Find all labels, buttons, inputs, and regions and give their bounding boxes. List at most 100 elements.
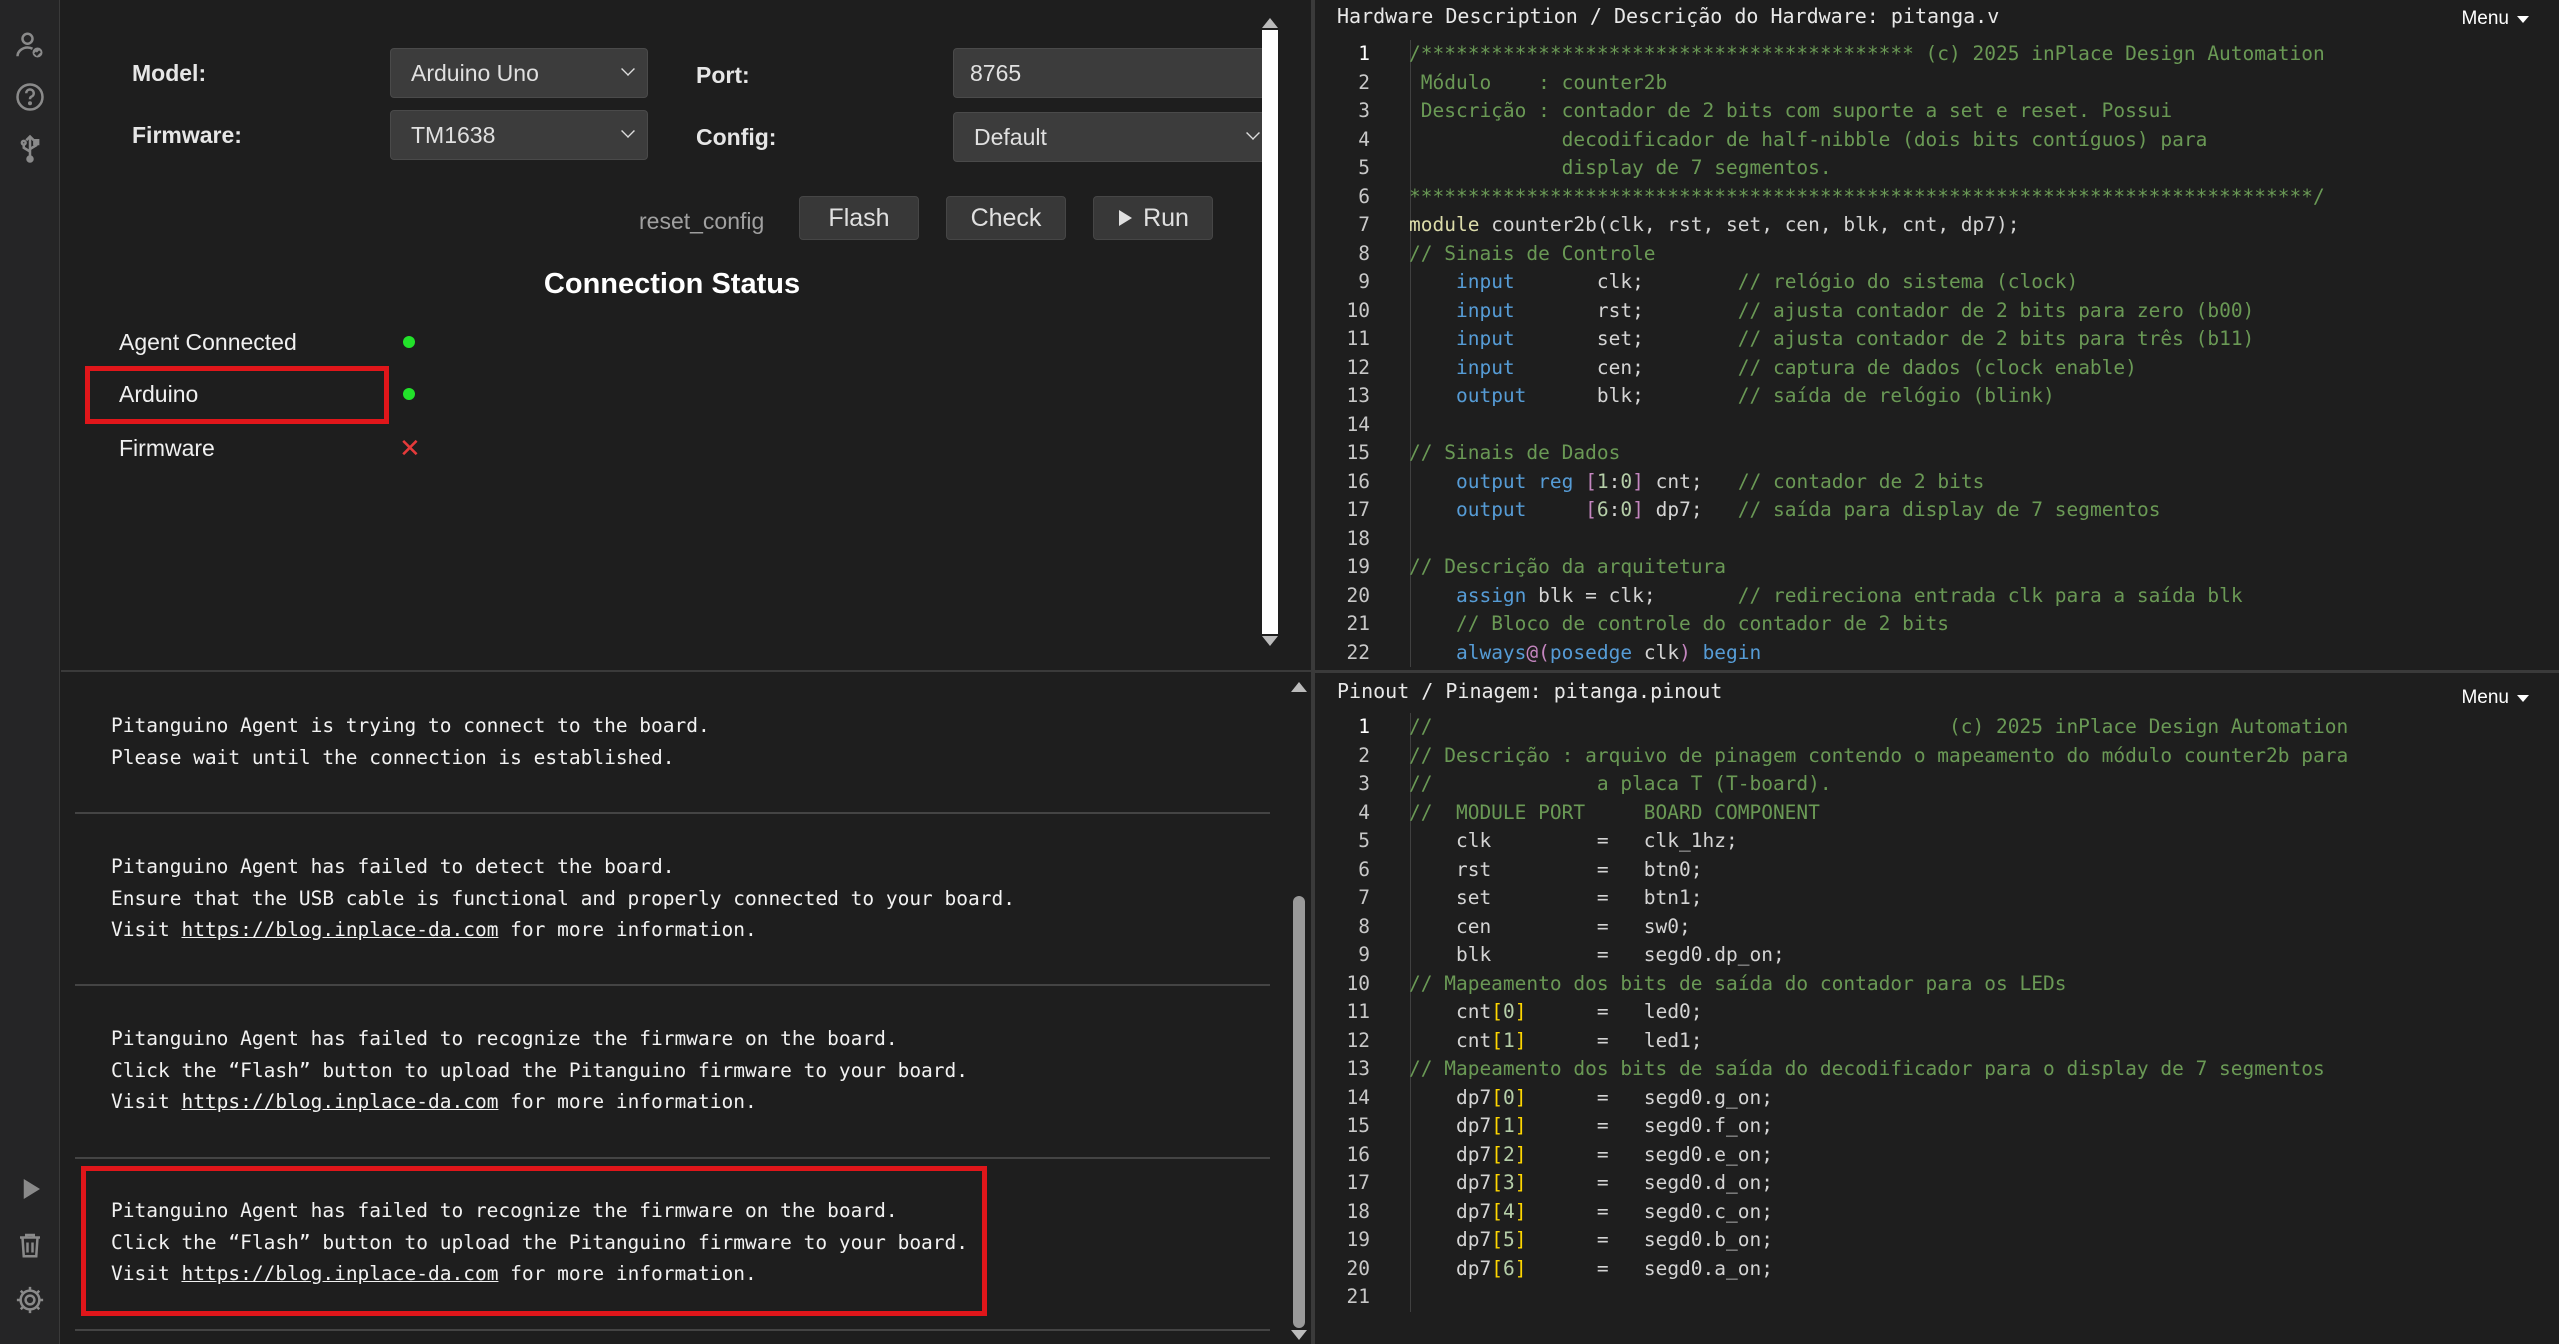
pinout-title-text: Pinout / Pinagem: pitanga.pinout [1337, 679, 1723, 703]
code-line[interactable]: 9 blk = segd0.dp_on; [1315, 941, 2559, 970]
code-line[interactable]: 1 // (c) 2025 inPlace Design Automation [1315, 713, 2559, 742]
config-select[interactable]: Default [953, 112, 1273, 162]
code-text: input rst; // ajusta contador de 2 bits … [1455, 298, 2255, 322]
line-number: 10 [1346, 971, 1370, 995]
config-scrollbar[interactable] [1262, 30, 1278, 634]
code-line[interactable]: 12 input cen; // captura de dados (clock… [1315, 353, 2559, 382]
chevron-down-icon [621, 124, 635, 138]
line-number: 10 [1346, 298, 1370, 322]
code-text: dp7[2] = segd0.e_on; [1409, 1142, 1773, 1166]
flash-button[interactable]: Flash [799, 196, 919, 240]
code-line[interactable]: 7 module counter2b(clk, rst, set, cen, bl… [1315, 211, 2559, 240]
line-number: 6 [1358, 184, 1370, 208]
code-text: // (c) 2025 inPlace Design Automation [1409, 715, 2349, 738]
scroll-up-arrow[interactable] [1291, 682, 1307, 692]
run-button[interactable]: Run [1093, 196, 1213, 240]
hardware-menu-button[interactable]: Menu [2461, 8, 2529, 30]
code-line[interactable]: 5 display de 7 segmentos. [1315, 154, 2559, 183]
scroll-up-arrow[interactable] [1262, 18, 1278, 28]
firmware-label: Firmware: [132, 122, 242, 148]
hardware-code[interactable]: 1 /**************************************… [1315, 40, 2559, 667]
code-line[interactable]: 6 rst = btn0; [1315, 855, 2559, 884]
code-text: // a placa T (T-board). [1409, 772, 1832, 795]
pinout-menu-button[interactable]: Menu [2461, 687, 2529, 709]
trash-icon[interactable] [13, 1228, 47, 1262]
line-number: 20 [1346, 583, 1370, 607]
console-scroll-thumb[interactable] [1293, 896, 1305, 1328]
line-number: 18 [1346, 1199, 1370, 1223]
line-number: 2 [1358, 70, 1370, 94]
scroll-down-arrow[interactable] [1291, 1330, 1307, 1340]
code-line[interactable]: 14 dp7[0] = segd0.g_on; [1315, 1083, 2559, 1112]
code-line[interactable]: 9 input clk; // relógio do sistema (cloc… [1315, 268, 2559, 297]
code-line[interactable]: 3 // a placa T (T-board). [1315, 770, 2559, 799]
code-line[interactable]: 3 Descrição : contador de 2 bits com sup… [1315, 97, 2559, 126]
code-line[interactable]: 2 // Descrição : arquivo de pinagem conte… [1315, 741, 2559, 770]
highlight-box-arduino [85, 366, 389, 424]
code-line[interactable]: 7 set = btn1; [1315, 884, 2559, 913]
gear-icon[interactable] [13, 1283, 47, 1317]
check-button[interactable]: Check [946, 196, 1066, 240]
console-scrollbar[interactable] [1287, 674, 1311, 1344]
code-line[interactable]: 16 output reg [1:0] cnt; // contador de … [1315, 467, 2559, 496]
code-line[interactable]: 8 // Sinais de Controle [1315, 239, 2559, 268]
status-row-agent: Agent Connected [107, 320, 415, 364]
code-line[interactable]: 8 cen = sw0; [1315, 912, 2559, 941]
code-line[interactable]: 10 input rst; // ajusta contador de 2 bi… [1315, 296, 2559, 325]
blog-link[interactable]: https://blog.inplace-da.com [181, 918, 498, 941]
line-number: 3 [1358, 772, 1370, 795]
code-line[interactable]: 2 Módulo : counter2b [1315, 68, 2559, 97]
code-text: output [6:0] dp7; // saída para display … [1455, 498, 2161, 521]
code-line[interactable]: 20 dp7[6] = segd0.a_on; [1315, 1254, 2559, 1283]
reset-config-link[interactable]: reset_config [639, 208, 764, 235]
code-line[interactable]: 4 decodificador de half-nibble (dois bit… [1315, 125, 2559, 154]
code-line[interactable]: 16 dp7[2] = segd0.e_on; [1315, 1140, 2559, 1169]
code-text: // Bloco de controle do contador de 2 bi… [1455, 612, 1950, 635]
code-line[interactable]: 10 // Mapeamento dos bits de saída do con… [1315, 969, 2559, 998]
code-line[interactable]: 11 input set; // ajusta contador de 2 bi… [1315, 325, 2559, 354]
code-line[interactable]: 11 cnt[0] = led0; [1315, 998, 2559, 1027]
user-check-icon[interactable] [13, 28, 47, 62]
code-text: Módulo : counter2b [1409, 70, 1668, 94]
line-number: 6 [1358, 857, 1370, 881]
code-line[interactable]: 18 dp7[4] = segd0.c_on; [1315, 1197, 2559, 1226]
code-line[interactable]: 22 always@(posedge clk) begin [1315, 638, 2559, 667]
code-line[interactable]: 21 [1315, 1283, 2559, 1312]
code-line[interactable]: 12 cnt[1] = led1; [1315, 1026, 2559, 1055]
code-line[interactable]: 15 // Sinais de Dados [1315, 439, 2559, 468]
line-number: 1 [1358, 42, 1370, 65]
code-text: // Descrição : arquivo de pinagem conten… [1409, 743, 2349, 767]
line-number: 1 [1358, 715, 1370, 738]
code-line[interactable]: 17 dp7[3] = segd0.d_on; [1315, 1169, 2559, 1198]
model-select[interactable]: Arduino Uno [390, 48, 648, 98]
code-line[interactable]: 19 // Descrição da arquitetura [1315, 553, 2559, 582]
caret-down-icon [2517, 694, 2529, 702]
firmware-select[interactable]: TM1638 [390, 110, 648, 160]
code-line[interactable]: 14 [1315, 410, 2559, 439]
config-label: Config: [696, 124, 777, 150]
code-line[interactable]: 21 // Bloco de controle do contador de 2… [1315, 610, 2559, 639]
play-icon[interactable] [13, 1172, 47, 1206]
port-input[interactable]: 8765 [953, 48, 1273, 98]
code-line[interactable]: 20 assign blk = clk; // redireciona entr… [1315, 581, 2559, 610]
code-line[interactable]: 5 clk = clk_1hz; [1315, 827, 2559, 856]
code-line[interactable]: 17 output [6:0] dp7; // saída para displ… [1315, 496, 2559, 525]
line-number: 4 [1358, 127, 1370, 151]
code-line[interactable]: 13 output blk; // saída de relógio (blin… [1315, 382, 2559, 411]
help-icon[interactable] [13, 80, 47, 114]
code-line[interactable]: 6 ***************************************… [1315, 182, 2559, 211]
line-number: 17 [1346, 1171, 1370, 1194]
code-line[interactable]: 1 /**************************************… [1315, 40, 2559, 69]
code-text: /***************************************… [1409, 42, 2325, 65]
code-line[interactable]: 19 dp7[5] = segd0.b_on; [1315, 1226, 2559, 1255]
usb-icon[interactable] [13, 132, 47, 166]
scroll-down-arrow[interactable] [1262, 636, 1278, 646]
line-number: 14 [1346, 412, 1370, 436]
model-select-value: Arduino Uno [411, 59, 539, 86]
code-line[interactable]: 13 // Mapeamento dos bits de saída do dec… [1315, 1055, 2559, 1084]
code-line[interactable]: 18 [1315, 524, 2559, 553]
pinout-code[interactable]: 1 // (c) 2025 inPlace Design Automation 2 /… [1315, 713, 2559, 1312]
code-line[interactable]: 4 // MODULE PORT BOARD COMPONENT [1315, 798, 2559, 827]
code-line[interactable]: 15 dp7[1] = segd0.f_on; [1315, 1112, 2559, 1141]
blog-link[interactable]: https://blog.inplace-da.com [181, 1090, 498, 1113]
